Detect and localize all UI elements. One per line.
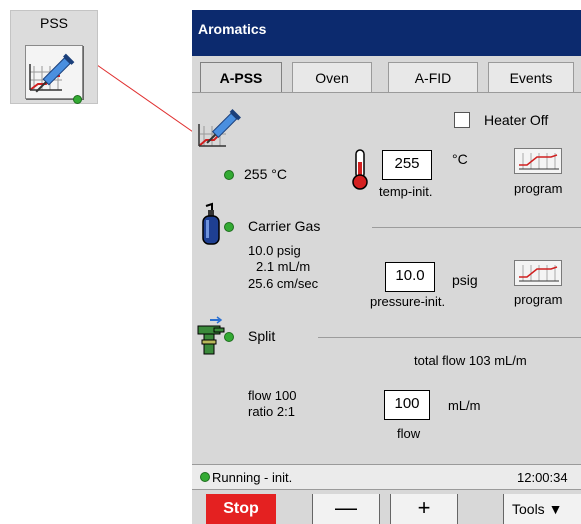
heater-off-label: Heater Off bbox=[484, 112, 549, 128]
tile-label: PSS bbox=[39, 15, 68, 31]
program-graph-icon bbox=[519, 153, 559, 170]
syringe-chart-icon bbox=[25, 45, 83, 99]
heater-off-checkbox[interactable] bbox=[454, 112, 470, 128]
split-flow-unit: mL/m bbox=[448, 398, 481, 413]
pressure-unit: psig bbox=[452, 272, 478, 288]
tab-oven[interactable]: Oven bbox=[292, 62, 372, 92]
tab-a-pss[interactable]: A-PSS bbox=[200, 62, 282, 92]
pss-module-tile[interactable]: PSS bbox=[10, 10, 98, 104]
split-valve-icon bbox=[196, 314, 226, 358]
temp-setpoint-input[interactable]: 255 bbox=[382, 150, 432, 180]
split-title: Split bbox=[248, 328, 276, 344]
temp-status-dot bbox=[224, 170, 234, 180]
main-panel: Aromatics A-PSS Oven A-FID Events Heater… bbox=[192, 10, 581, 524]
stop-button[interactable]: Stop bbox=[206, 494, 276, 524]
pressure-setpoint-input[interactable]: 10.0 bbox=[385, 262, 435, 292]
status-bar: Running - init. 12:00:34 bbox=[192, 464, 581, 490]
split-flow-input[interactable]: 100 bbox=[384, 390, 430, 420]
window-title: Aromatics bbox=[198, 21, 267, 37]
gas-cylinder-icon bbox=[200, 202, 222, 246]
temp-program-label: program bbox=[514, 181, 563, 196]
bottom-toolbar: Stop — + Tools ▼ bbox=[192, 491, 581, 524]
pressure-program-label: program bbox=[514, 292, 563, 307]
split-total-flow: total flow 103 mL/m bbox=[414, 353, 527, 368]
temp-program-button[interactable] bbox=[514, 148, 562, 174]
tab-divider bbox=[192, 92, 581, 93]
pressure-program-button[interactable] bbox=[514, 260, 562, 286]
split-separator bbox=[318, 337, 581, 338]
split-status-dot bbox=[224, 332, 234, 342]
tile-status-dot bbox=[73, 95, 82, 104]
title-bar: Aromatics bbox=[192, 10, 581, 56]
status-dot bbox=[200, 472, 210, 482]
split-ratio-reading: ratio 2:1 bbox=[248, 404, 295, 419]
carrier-status-dot bbox=[224, 222, 234, 232]
status-text: Running - init. bbox=[212, 470, 293, 485]
tools-menu-button[interactable]: Tools ▼ bbox=[503, 494, 581, 524]
split-flow-reading: flow 100 bbox=[248, 388, 297, 403]
tab-events[interactable]: Events bbox=[488, 62, 574, 92]
status-time: 12:00:34 bbox=[517, 470, 568, 485]
temp-caption: temp-init. bbox=[379, 184, 433, 199]
carrier-reading-pressure: 10.0 psig bbox=[248, 243, 301, 258]
decrement-button[interactable]: — bbox=[312, 494, 380, 524]
split-flow-caption: flow bbox=[397, 426, 421, 441]
increment-button[interactable]: + bbox=[390, 494, 458, 524]
syringe-chart-icon bbox=[196, 106, 248, 150]
carrier-title: Carrier Gas bbox=[248, 218, 321, 234]
temp-unit: °C bbox=[452, 151, 468, 167]
thermometer-icon bbox=[349, 148, 371, 190]
carrier-separator bbox=[372, 227, 581, 228]
program-graph-icon bbox=[519, 265, 559, 282]
tab-a-fid[interactable]: A-FID bbox=[388, 62, 478, 92]
temp-actual: 255 °C bbox=[244, 166, 287, 182]
pressure-caption: pressure-init. bbox=[370, 294, 446, 309]
carrier-reading-flow: 2.1 mL/m bbox=[256, 259, 311, 274]
carrier-reading-velocity: 25.6 cm/sec bbox=[248, 276, 319, 291]
